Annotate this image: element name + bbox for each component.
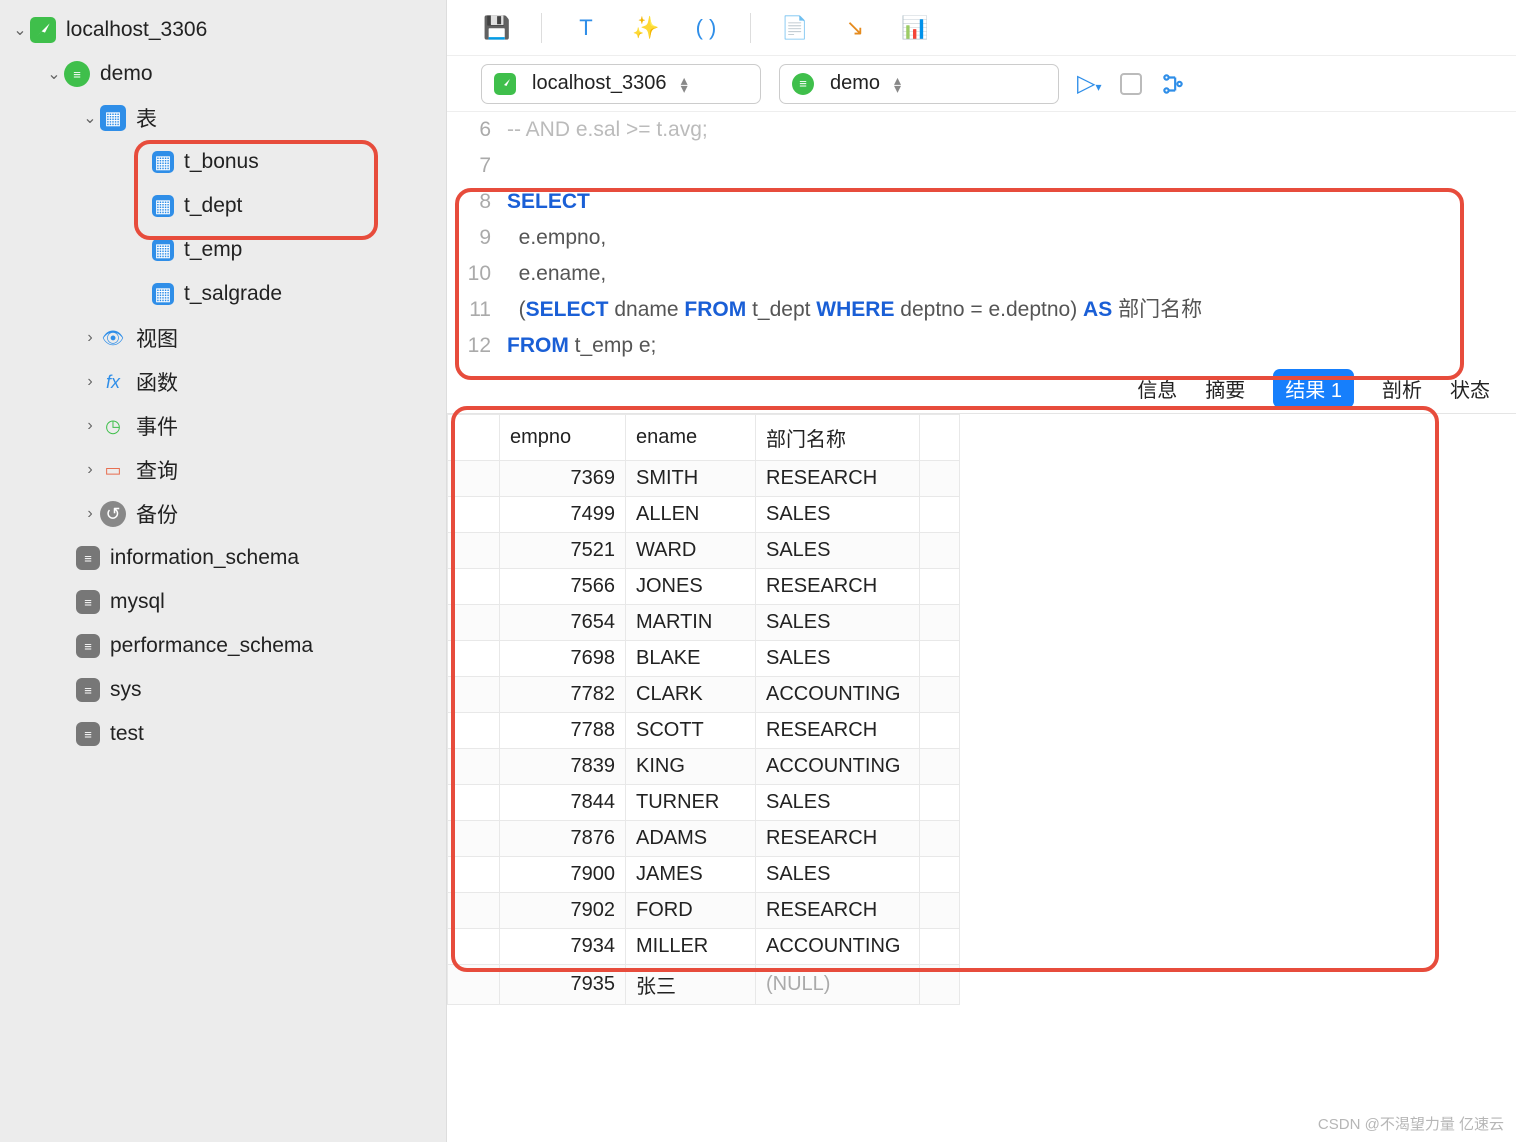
chevron-down-icon: ⌄: [80, 108, 100, 128]
database-icon: ≡: [792, 73, 814, 95]
export-icon[interactable]: 📄: [779, 12, 811, 44]
tree-table-t_emp[interactable]: ▦ t_emp: [0, 228, 446, 272]
table-row[interactable]: 7788SCOTTRESEARCH: [448, 713, 960, 749]
table-row[interactable]: 7876ADAMSRESEARCH: [448, 821, 960, 857]
divider-icon: [750, 13, 751, 43]
table-row[interactable]: 7902FORDRESEARCH: [448, 893, 960, 929]
col-empno[interactable]: empno: [500, 415, 626, 461]
event-icon: ◷: [100, 413, 126, 439]
tree-views[interactable]: › 👁 视图: [0, 316, 446, 360]
tree-database[interactable]: ⌄ ≡ demo: [0, 52, 446, 96]
connection-icon: [494, 73, 516, 95]
col-dept[interactable]: 部门名称: [756, 415, 920, 461]
code-area[interactable]: -- AND e.sal >= t.avg; SELECT e.empno, e…: [507, 112, 1516, 364]
table-icon: ▦: [152, 239, 174, 261]
main-panel: 💾 T ✨ ( ) 📄 ↘ 📊 localhost_3306 ▴▾ ≡ demo…: [446, 0, 1516, 1142]
tree-schema-mysql[interactable]: ≡ mysql: [0, 580, 446, 624]
divider-icon: [541, 13, 542, 43]
tab-result[interactable]: 结果 1: [1273, 369, 1354, 408]
function-icon: fx: [100, 369, 126, 395]
tree-table-t_bonus[interactable]: ▦ t_bonus: [0, 140, 446, 184]
line-gutter: 6789101112: [447, 112, 507, 364]
toolbar-main: 💾 T ✨ ( ) 📄 ↘ 📊: [447, 0, 1516, 56]
watermark: CSDN @不渴望力量 亿速云: [1318, 1113, 1504, 1134]
beautify-icon[interactable]: ✨: [630, 12, 662, 44]
database-icon: ≡: [76, 678, 100, 702]
table-row[interactable]: 7654MARTINSALES: [448, 605, 960, 641]
table-row[interactable]: 7844TURNERSALES: [448, 785, 960, 821]
chevron-down-icon: ⌄: [10, 20, 30, 40]
save-icon[interactable]: 💾: [481, 12, 513, 44]
connection-icon: [30, 17, 56, 43]
import-icon[interactable]: ↘: [839, 12, 871, 44]
database-icon: ≡: [76, 722, 100, 746]
tree-schema-test[interactable]: ≡ test: [0, 712, 446, 756]
tree-schema-performance_schema[interactable]: ≡ performance_schema: [0, 624, 446, 668]
backup-icon: ↺: [100, 501, 126, 527]
tab-analyze[interactable]: 剖析: [1382, 374, 1422, 403]
database-select[interactable]: ≡ demo ▴▾: [779, 64, 1059, 104]
database-icon: ≡: [64, 61, 90, 87]
tree-schema-information_schema[interactable]: ≡ information_schema: [0, 536, 446, 580]
database-icon: ≡: [76, 590, 100, 614]
tab-status[interactable]: 状态: [1450, 374, 1490, 403]
table-icon: ▦: [152, 151, 174, 173]
chevron-down-icon: ⌄: [44, 64, 64, 84]
result-table[interactable]: empno ename 部门名称 7369SMITHRESEARCH7499AL…: [447, 414, 960, 1005]
table-group-icon: ▦: [100, 105, 126, 131]
tree-queries[interactable]: › ▭ 查询: [0, 448, 446, 492]
tab-info[interactable]: 信息: [1137, 374, 1177, 403]
stop-button[interactable]: [1120, 73, 1142, 95]
table-icon: ▦: [152, 283, 174, 305]
table-icon: ▦: [152, 195, 174, 217]
chevron-right-icon: ›: [80, 505, 100, 523]
code-icon[interactable]: ( ): [690, 12, 722, 44]
tree-functions[interactable]: › fx 函数: [0, 360, 446, 404]
chevron-right-icon: ›: [80, 417, 100, 435]
table-row[interactable]: 7499ALLENSALES: [448, 497, 960, 533]
updown-icon: ▴▾: [894, 76, 901, 92]
format-icon[interactable]: T: [570, 12, 602, 44]
updown-icon: ▴▾: [681, 76, 688, 92]
database-icon: ≡: [76, 634, 100, 658]
table-row[interactable]: 7369SMITHRESEARCH: [448, 461, 960, 497]
tree-connection[interactable]: ⌄ localhost_3306: [0, 8, 446, 52]
run-button[interactable]: ▷▾: [1077, 69, 1102, 98]
table-row[interactable]: 7782CLARKACCOUNTING: [448, 677, 960, 713]
table-row[interactable]: 7934MILLERACCOUNTING: [448, 929, 960, 965]
connection-select[interactable]: localhost_3306 ▴▾: [481, 64, 761, 104]
col-ename[interactable]: ename: [626, 415, 756, 461]
sql-editor[interactable]: 6789101112 -- AND e.sal >= t.avg; SELECT…: [447, 112, 1516, 364]
chevron-right-icon: ›: [80, 461, 100, 479]
result-panel: empno ename 部门名称 7369SMITHRESEARCH7499AL…: [447, 414, 1516, 1005]
tree-backups[interactable]: › ↺ 备份: [0, 492, 446, 536]
table-row[interactable]: 7839KINGACCOUNTING: [448, 749, 960, 785]
tab-summary[interactable]: 摘要: [1205, 374, 1245, 403]
tree-tables-group[interactable]: ⌄ ▦ 表: [0, 96, 446, 140]
tree-table-t_dept[interactable]: ▦ t_dept: [0, 184, 446, 228]
table-row[interactable]: 7900JAMESSALES: [448, 857, 960, 893]
result-tabs: 信息 摘要 结果 1 剖析 状态: [447, 364, 1516, 414]
database-icon: ≡: [76, 546, 100, 570]
chart-icon[interactable]: 📊: [899, 12, 931, 44]
table-row[interactable]: 7698BLAKESALES: [448, 641, 960, 677]
sidebar: ⌄ localhost_3306 ⌄ ≡ demo ⌄ ▦ 表 ▦ t_bonu…: [0, 0, 446, 1142]
view-icon: 👁: [100, 325, 126, 351]
chevron-right-icon: ›: [80, 373, 100, 391]
tree-events[interactable]: › ◷ 事件: [0, 404, 446, 448]
toolbar-connection: localhost_3306 ▴▾ ≡ demo ▴▾ ▷▾: [447, 56, 1516, 112]
tree-table-t_salgrade[interactable]: ▦ t_salgrade: [0, 272, 446, 316]
table-row[interactable]: 7935张三(NULL): [448, 965, 960, 1005]
query-icon: ▭: [100, 457, 126, 483]
tree-schema-sys[interactable]: ≡ sys: [0, 668, 446, 712]
table-row[interactable]: 7521WARDSALES: [448, 533, 960, 569]
explain-button[interactable]: [1160, 71, 1186, 97]
chevron-right-icon: ›: [80, 329, 100, 347]
table-row[interactable]: 7566JONESRESEARCH: [448, 569, 960, 605]
